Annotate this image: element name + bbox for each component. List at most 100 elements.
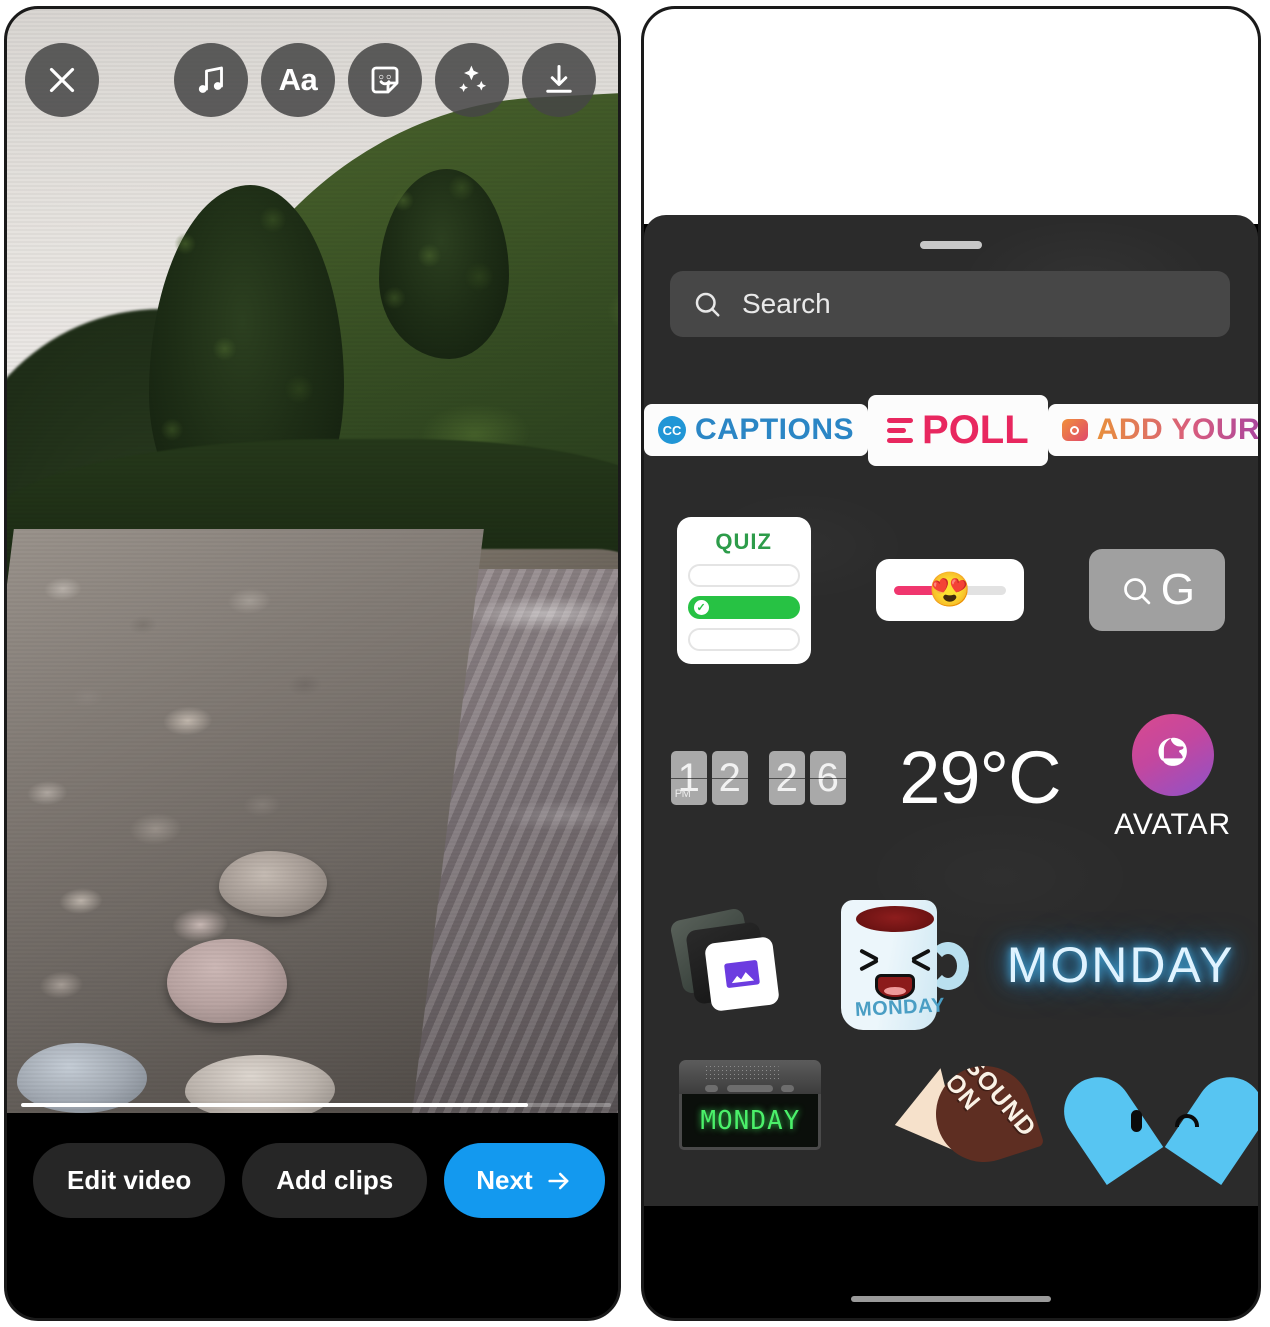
avatar-sticker-label: AVATAR: [1114, 807, 1232, 841]
search-placeholder: Search: [742, 288, 831, 319]
blue-heart-sticker[interactable]: [1101, 1060, 1227, 1162]
captions-sticker[interactable]: CC CAPTIONS: [644, 404, 869, 456]
mug-label: MONDAY: [854, 994, 946, 1022]
quiz-sticker[interactable]: QUIZ ✓: [676, 516, 811, 664]
download-icon[interactable]: [522, 43, 596, 117]
cc-icon: CC: [658, 416, 686, 444]
avatar-glyph: [1158, 737, 1187, 766]
mug-face: [859, 952, 931, 1000]
alarm-speaker-mesh: [705, 1065, 780, 1082]
image-icon: [723, 960, 760, 988]
search-icon: [1123, 577, 1150, 604]
bottom-nav-area: [644, 1206, 1258, 1318]
toolbar-actions: Aa: [174, 43, 596, 117]
monday-mug-sticker[interactable]: MONDAY: [835, 900, 969, 1030]
clock-meridiem: PM: [674, 787, 691, 800]
boulder: [185, 1055, 335, 1119]
video-progress-fill: [21, 1103, 529, 1107]
captions-sticker-label: CAPTIONS: [695, 413, 855, 446]
alarm-button: [727, 1085, 774, 1092]
tree-small: [371, 157, 517, 371]
music-icon[interactable]: [174, 43, 248, 117]
close-icon[interactable]: [25, 43, 99, 117]
temperature-label: 29°C: [899, 735, 1061, 819]
heart-wink: [1174, 1114, 1199, 1127]
video-toolbar: Aa: [7, 43, 618, 117]
video-preview[interactable]: Aa: [7, 9, 618, 1119]
sound-on-sticker[interactable]: SOUND ON: [884, 1053, 1045, 1175]
text-icon-label: Aa: [278, 62, 318, 97]
boulder: [219, 851, 327, 917]
avatar-sticker[interactable]: AVATAR: [1114, 713, 1232, 842]
rocky-shore: [7, 529, 484, 1119]
text-icon[interactable]: Aa: [261, 43, 335, 117]
slider-emoji: 😍: [928, 571, 972, 609]
quiz-option-correct: ✓: [687, 595, 800, 619]
camera-icon: [1061, 419, 1088, 441]
clock-hour-ones: 2: [711, 750, 748, 805]
mug-eye-left: [859, 952, 881, 969]
heart-graphic: [1101, 1066, 1227, 1162]
home-indicator[interactable]: [851, 1296, 1051, 1302]
sound-on-label: SOUND ON: [938, 1053, 1042, 1143]
gif-button-inner: G: [1089, 549, 1226, 631]
emoji-slider-sticker[interactable]: 😍: [875, 559, 1024, 621]
video-progress-bar[interactable]: [21, 1103, 611, 1107]
slider-card: 😍: [875, 559, 1024, 621]
quiz-title: QUIZ: [715, 528, 772, 554]
effects-icon[interactable]: [435, 43, 509, 117]
next-button[interactable]: Next: [444, 1143, 605, 1218]
alarm-graphic: MONDAY: [675, 1060, 825, 1150]
avatar-icon: [1131, 713, 1214, 796]
poll-sticker[interactable]: POLL: [868, 394, 1048, 466]
add-clips-button[interactable]: Add clips: [242, 1143, 428, 1218]
search-icon: [695, 292, 720, 317]
quiz-card: QUIZ ✓: [676, 516, 811, 664]
add-yours-sticker[interactable]: ADD YOURS: [1047, 404, 1258, 456]
mug-eye-right: [909, 952, 931, 969]
gif-row-2: MONDAY SOUND ON: [644, 1053, 1258, 1210]
story-canvas-dimmed[interactable]: [644, 9, 1258, 224]
mug-graphic: MONDAY: [835, 900, 969, 1030]
editor-action-bar: Edit video Add clips Next: [7, 1113, 618, 1318]
edit-video-button[interactable]: Edit video: [33, 1143, 226, 1218]
photo-stack: [668, 907, 788, 1020]
clock-minute-tens: 2: [768, 750, 805, 805]
photo-card-front: [703, 936, 780, 1012]
sticker-icon[interactable]: [348, 43, 422, 117]
left-phone-frame: Aa Edit video Add clips Next: [4, 6, 621, 1321]
gif-button-label: G: [1160, 565, 1195, 614]
mug-coffee: [855, 906, 934, 932]
mug-body: MONDAY: [840, 900, 946, 1030]
alarm-display: MONDAY: [679, 1094, 822, 1150]
flip-clock-sticker[interactable]: PM 1 2 2 6: [670, 750, 846, 805]
alarm-button: [705, 1085, 719, 1092]
check-icon: ✓: [693, 599, 709, 615]
gif-row-1: MONDAY MONDAY: [644, 870, 1258, 1060]
clock-minute-ones: 6: [809, 750, 846, 805]
poll-sticker-label: POLL: [922, 407, 1029, 452]
sound-on-graphic: SOUND ON: [884, 1053, 1045, 1175]
neon-monday-label: MONDAY: [1006, 937, 1235, 993]
search-input[interactable]: Search: [670, 271, 1230, 337]
badge-row: CC CAPTIONS POLL ADD YOURS: [644, 365, 1258, 495]
alarm-clock-sticker[interactable]: MONDAY: [675, 1060, 825, 1150]
neon-monday-sticker[interactable]: MONDAY: [1007, 936, 1235, 994]
boulder: [167, 939, 287, 1023]
heart-eye: [1130, 1110, 1142, 1132]
right-phone-frame: Search CC CAPTIONS POLL ADD YOURS: [641, 6, 1261, 1321]
quiz-option: [687, 563, 800, 587]
add-yours-sticker-label: ADD YOURS: [1097, 413, 1258, 447]
arrow-right-icon: [548, 1172, 569, 1189]
quiz-option: [687, 627, 800, 651]
flip-clock: PM 1 2 2 6: [670, 750, 846, 805]
screenshot-stage: Aa Edit video Add clips Next Search CC C…: [0, 0, 1270, 1327]
next-button-label: Next: [476, 1165, 533, 1195]
gif-search-button[interactable]: G: [1089, 549, 1226, 631]
sticker-tray-sheet: Search CC CAPTIONS POLL ADD YOURS: [644, 215, 1258, 1318]
alarm-button: [781, 1085, 795, 1092]
sheet-drag-handle[interactable]: [920, 241, 982, 249]
photo-stack-sticker[interactable]: [668, 907, 788, 1020]
poll-lines-icon: [887, 417, 914, 443]
temperature-sticker[interactable]: 29°C: [899, 735, 1061, 819]
